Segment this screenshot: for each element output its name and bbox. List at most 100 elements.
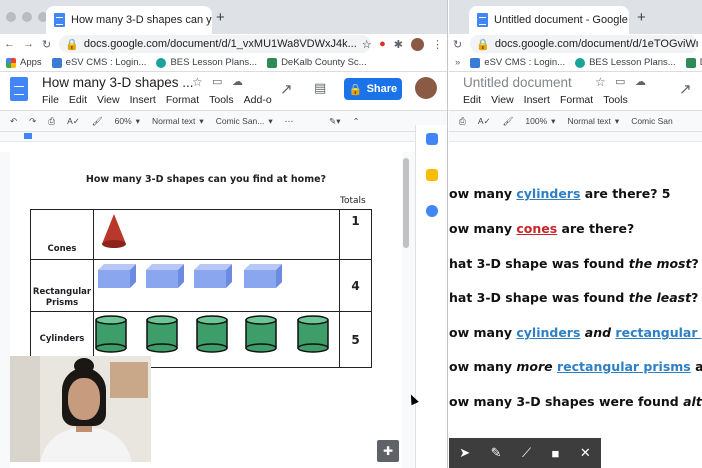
bookmark-esv-cms[interactable]: eSV CMS : Login...: [51, 57, 147, 68]
camera-toggle-icon[interactable]: ■: [552, 446, 560, 461]
menu-insert[interactable]: Insert: [524, 94, 550, 106]
total-cones: 1: [339, 209, 372, 260]
star-icon[interactable]: ☆: [192, 75, 203, 89]
style-select[interactable]: Normal text ▾: [567, 116, 619, 127]
edit-mode-pencil-icon[interactable]: ✎▾: [329, 116, 340, 127]
browser-tab-active[interactable]: Untitled document - Google D ✕: [469, 6, 629, 34]
zoom-select[interactable]: 60% ▾: [115, 116, 140, 127]
indent-marker-icon[interactable]: [24, 133, 32, 139]
question-text: ow many 3-D shapes were found: [449, 394, 684, 409]
address-row: ↻ 🔒 docs.google.com/document/d/1eTOGviWn…: [449, 34, 702, 54]
question-line: hat 3-D shape was found the least?: [449, 290, 698, 305]
redo-icon[interactable]: ↷: [29, 116, 36, 127]
bookmark-star-icon[interactable]: ☆: [362, 38, 371, 51]
document-title[interactable]: Untitled document: [463, 75, 572, 90]
bookmark-esv-cms[interactable]: eSV CMS : Login...: [470, 57, 565, 68]
menu-tools[interactable]: Tools: [209, 94, 234, 106]
close-controls-icon[interactable]: ✕: [580, 445, 591, 461]
zoom-value: 60%: [114, 116, 132, 126]
reload-icon[interactable]: ↻: [453, 38, 462, 51]
close-window-button[interactable]: [6, 12, 16, 22]
cone-icon: [102, 214, 126, 248]
cones-shapes-cell: [93, 209, 340, 260]
bookmark-dekalb-county[interactable]: DeKalb County Sc...: [267, 57, 367, 68]
extensions-puzzle-icon[interactable]: ✱: [394, 38, 403, 51]
bookmarks-bar: Apps eSV CMS : Login... BES Lesson Plans…: [0, 54, 447, 72]
cylinder-icon: [297, 315, 329, 353]
url-text: docs.google.com/document/d/1_vxMU1Wa8VDW…: [83, 38, 357, 50]
pointer-tool-icon[interactable]: ➤: [459, 445, 470, 461]
total-rectangular-prisms: 4: [339, 259, 372, 312]
paint-format-icon[interactable]: 🖌: [503, 116, 514, 127]
spellcheck-icon[interactable]: A✓: [67, 116, 80, 127]
menu-view[interactable]: View: [491, 94, 514, 106]
print-icon[interactable]: ⎙: [48, 116, 55, 127]
collapse-toolbar-icon[interactable]: ⌃: [353, 116, 360, 127]
move-folder-icon[interactable]: ▭: [615, 75, 625, 88]
menu-bar: Edit View Insert Format Tools: [463, 94, 628, 106]
google-docs-logo-icon[interactable]: [10, 77, 28, 101]
menu-addons[interactable]: Add-o: [244, 94, 272, 106]
menu-edit[interactable]: Edit: [69, 94, 87, 106]
tasks-icon[interactable]: [426, 205, 438, 217]
ruler[interactable]: [449, 132, 702, 142]
bookmark-dekalb-county[interactable]: De: [685, 57, 702, 68]
menu-format[interactable]: Format: [166, 94, 199, 106]
menu-file[interactable]: File: [42, 94, 59, 106]
highlighted-word: cylinders: [516, 186, 581, 201]
bookmark-label: eSV CMS : Login...: [65, 57, 147, 68]
share-button[interactable]: 🔒 Share: [344, 78, 402, 100]
more-options-icon[interactable]: ⋯: [285, 116, 294, 127]
vertical-scrollbar[interactable]: [403, 158, 409, 248]
window-controls: [6, 12, 48, 22]
document-title[interactable]: How many 3-D shapes ...: [42, 75, 194, 90]
address-bar[interactable]: 🔒 docs.google.com/document/d/1_vxMU1Wa8V…: [59, 35, 372, 53]
highlighted-word: cylinders: [516, 325, 581, 340]
highlighter-tool-icon[interactable]: ⟋: [522, 445, 531, 461]
new-tab-button[interactable]: +: [216, 9, 225, 26]
browser-tab-active[interactable]: How many 3-D shapes can yo ✕: [46, 6, 212, 34]
menu-view[interactable]: View: [97, 94, 120, 106]
back-icon[interactable]: ←: [4, 38, 15, 50]
print-icon[interactable]: ⎙: [459, 116, 466, 127]
menu-edit[interactable]: Edit: [463, 94, 481, 106]
menu-format[interactable]: Format: [560, 94, 593, 106]
comment-icon[interactable]: ▤: [314, 80, 326, 96]
pen-tool-icon[interactable]: ✎: [491, 445, 502, 461]
forward-icon[interactable]: →: [23, 38, 34, 50]
activity-trend-icon[interactable]: ↗: [280, 80, 293, 98]
address-bar[interactable]: 🔒 docs.google.com/document/d/1eTOGviWnbK: [470, 35, 698, 53]
move-folder-icon[interactable]: ▭: [212, 75, 222, 88]
bookmark-bes-lesson-plans[interactable]: BES Lesson Plans...: [575, 57, 676, 68]
bookmark-apps[interactable]: Apps: [6, 57, 42, 68]
zoom-select[interactable]: 100% ▾: [525, 116, 555, 127]
question-text: are there? 5: [580, 186, 671, 201]
explore-button[interactable]: ✚: [377, 440, 399, 462]
docs-header: Untitled document ☆ ▭ ☁ Edit View Insert…: [449, 72, 702, 110]
address-row: ← → ↻ 🔒 docs.google.com/document/d/1_vxM…: [0, 34, 447, 54]
font-select[interactable]: Comic San... ▾: [216, 116, 273, 127]
bookmarks-overflow-icon[interactable]: »: [455, 57, 460, 68]
paint-format-icon[interactable]: 🖌: [92, 116, 103, 127]
star-icon[interactable]: ☆: [595, 75, 606, 89]
spellcheck-icon[interactable]: A✓: [478, 116, 491, 127]
account-avatar[interactable]: [415, 77, 437, 99]
browser-menu-icon[interactable]: ⋮: [432, 38, 443, 51]
minimize-window-button[interactable]: [22, 12, 32, 22]
style-select[interactable]: Normal text ▾: [152, 116, 204, 127]
new-tab-button[interactable]: +: [637, 9, 646, 26]
undo-icon[interactable]: ↶: [10, 116, 17, 127]
menu-insert[interactable]: Insert: [130, 94, 156, 106]
font-select[interactable]: Comic San: [631, 116, 673, 126]
calendar-icon[interactable]: [426, 133, 438, 145]
keep-icon[interactable]: [426, 169, 438, 181]
reload-icon[interactable]: ↻: [42, 38, 51, 51]
extension-icon[interactable]: ●: [379, 38, 386, 50]
table-row: Rectangular Prisms 4: [30, 259, 372, 312]
menu-tools[interactable]: Tools: [603, 94, 628, 106]
row-label-cones: Cones: [30, 209, 94, 260]
activity-trend-icon[interactable]: ↗: [679, 80, 692, 98]
ruler[interactable]: [0, 132, 447, 142]
bookmark-bes-lesson-plans[interactable]: BES Lesson Plans...: [156, 57, 257, 68]
profile-avatar[interactable]: [411, 37, 424, 51]
